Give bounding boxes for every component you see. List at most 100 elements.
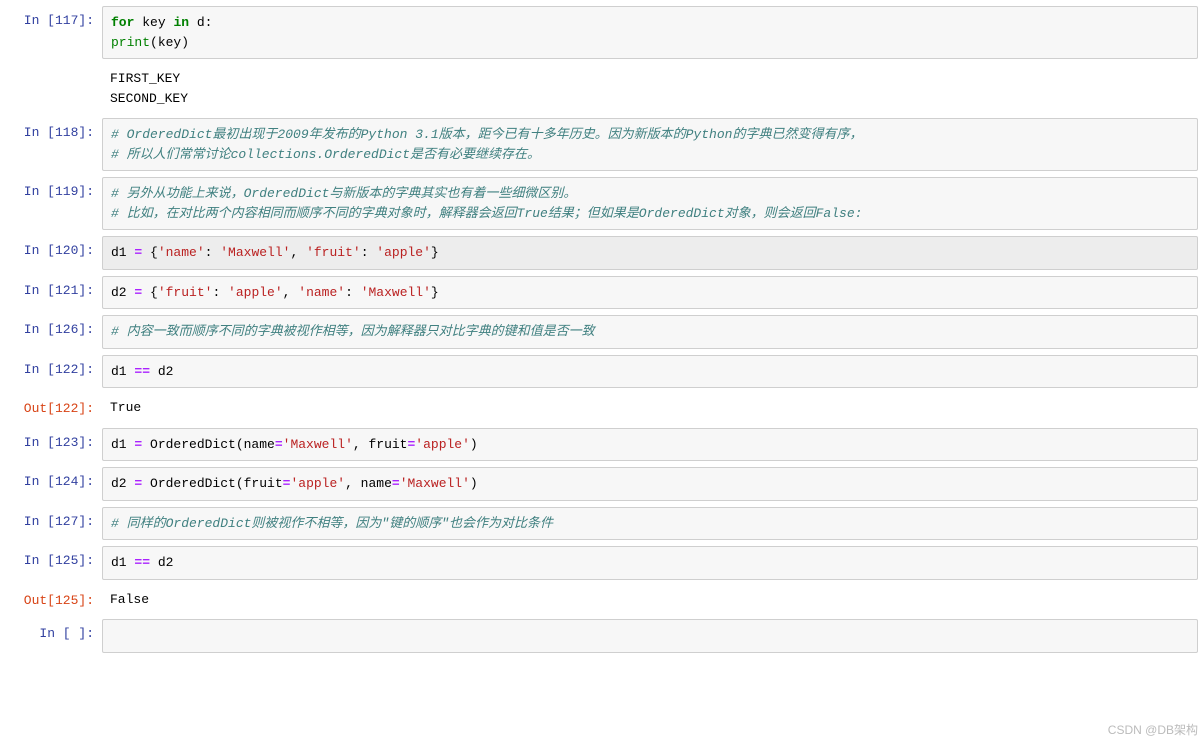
input-prompt: In [125]: [6, 546, 102, 580]
code-token: d1 [111, 437, 134, 452]
input-prompt: In [120]: [6, 236, 102, 270]
input-cell: In [118]: # OrderedDict最初出现于2009年发布的Pytho… [6, 118, 1198, 171]
input-prompt: In [117]: [6, 6, 102, 59]
input-prompt: In [127]: [6, 507, 102, 541]
input-cell: In [122]:d1 == d2 [6, 355, 1198, 389]
input-prompt: In [118]: [6, 118, 102, 171]
output-prompt: Out[125]: [6, 586, 102, 614]
code-token: d: [197, 15, 213, 30]
code-token: } [431, 245, 439, 260]
input-cell: In [119]: # 另外从功能上来说，OrderedDict与新版本的字典其实… [6, 177, 1198, 230]
code-input[interactable]: d1 = {'name': 'Maxwell', 'fruit': 'apple… [102, 236, 1198, 270]
code-token: # 另外从功能上来说，OrderedDict与新版本的字典其实也有着一些细微区别… [111, 186, 576, 201]
input-cell: In [117]:for key in d: print(key) [6, 6, 1198, 59]
input-cell: In [121]:d2 = {'fruit': 'apple', 'name':… [6, 276, 1198, 310]
code-token: : [212, 285, 228, 300]
code-token: in [173, 15, 189, 30]
code-input[interactable]: # OrderedDict最初出现于2009年发布的Python 3.1版本，距… [102, 118, 1198, 171]
code-input[interactable]: d1 == d2 [102, 355, 1198, 389]
code-token: 'apple' [376, 245, 431, 260]
code-input[interactable]: d2 = OrderedDict(fruit='apple', name='Ma… [102, 467, 1198, 501]
code-token: print [111, 35, 150, 50]
code-token: 'Maxwell' [283, 437, 353, 452]
code-token: OrderedDict(fruit [142, 476, 282, 491]
code-token: OrderedDict(name [142, 437, 275, 452]
input-cell: In [124]:d2 = OrderedDict(fruit='apple',… [6, 467, 1198, 501]
code-input[interactable]: # 内容一致而顺序不同的字典被视作相等，因为解释器只对比字典的键和值是否一致 [102, 315, 1198, 349]
code-input[interactable]: # 同样的OrderedDict则被视作不相等，因为"键的顺序"也会作为对比条件 [102, 507, 1198, 541]
input-cell: In [126]: # 内容一致而顺序不同的字典被视作相等，因为解释器只对比字典的… [6, 315, 1198, 349]
code-token: == [134, 364, 150, 379]
code-token: = [275, 437, 283, 452]
code-token: 'Maxwell' [400, 476, 470, 491]
code-token: ) [470, 476, 478, 491]
code-token: 'name' [298, 285, 345, 300]
code-input[interactable]: for key in d: print(key) [102, 6, 1198, 59]
input-cell: In [125]:d1 == d2 [6, 546, 1198, 580]
code-token: d2 [111, 285, 134, 300]
code-token: 'fruit' [306, 245, 361, 260]
input-prompt: In [123]: [6, 428, 102, 462]
code-token: d2 [150, 555, 173, 570]
code-token: 'fruit' [158, 285, 213, 300]
code-input[interactable]: d1 = OrderedDict(name='Maxwell', fruit='… [102, 428, 1198, 462]
code-token: 'name' [158, 245, 205, 260]
code-token: = [392, 476, 400, 491]
code-token: ) [470, 437, 478, 452]
output-prompt: Out[122]: [6, 394, 102, 422]
result-text: True [102, 394, 1198, 422]
output-prompt [6, 65, 102, 112]
code-token: d2 [150, 364, 173, 379]
input-cell: In [ ]: [6, 619, 1198, 653]
input-cell: In [127]: # 同样的OrderedDict则被视作不相等，因为"键的顺序… [6, 507, 1198, 541]
input-cell: In [123]:d1 = OrderedDict(name='Maxwell'… [6, 428, 1198, 462]
code-token: 'apple' [228, 285, 283, 300]
result-cell: Out[122]:True [6, 394, 1198, 422]
code-token: == [134, 555, 150, 570]
result-text: False [102, 586, 1198, 614]
notebook-container: In [117]:for key in d: print(key)FIRST_K… [6, 6, 1198, 653]
code-token: , fruit [353, 437, 408, 452]
code-input[interactable]: # 另外从功能上来说，OrderedDict与新版本的字典其实也有着一些细微区别… [102, 177, 1198, 230]
code-token: 'apple' [415, 437, 470, 452]
code-token: 'Maxwell' [361, 285, 431, 300]
code-token: : [345, 285, 361, 300]
code-token: , [290, 245, 306, 260]
code-token: # 同样的OrderedDict则被视作不相等，因为"键的顺序"也会作为对比条件 [111, 516, 553, 531]
code-token: # 比如，在对比两个内容相同而顺序不同的字典对象时，解释器会返回True结果；但… [111, 206, 862, 221]
code-token: d1 [111, 245, 134, 260]
code-token: , name [345, 476, 392, 491]
code-token [189, 15, 197, 30]
code-token: # OrderedDict最初出现于2009年发布的Python 3.1版本，距… [111, 127, 862, 142]
code-token: # 内容一致而顺序不同的字典被视作相等，因为解释器只对比字典的键和值是否一致 [111, 324, 595, 339]
code-token: { [142, 245, 158, 260]
input-prompt: In [126]: [6, 315, 102, 349]
code-token: (key) [150, 35, 189, 50]
code-token: d1 [111, 555, 134, 570]
code-token: d2 [111, 476, 134, 491]
code-input[interactable]: d2 = {'fruit': 'apple', 'name': 'Maxwell… [102, 276, 1198, 310]
code-input[interactable]: d1 == d2 [102, 546, 1198, 580]
code-input[interactable] [102, 619, 1198, 653]
code-token: 'apple' [290, 476, 345, 491]
input-prompt: In [121]: [6, 276, 102, 310]
code-token: } [431, 285, 439, 300]
input-prompt: In [122]: [6, 355, 102, 389]
output-cell: FIRST_KEY SECOND_KEY [6, 65, 1198, 112]
stdout-text: FIRST_KEY SECOND_KEY [102, 65, 1198, 112]
watermark-text: CSDN @DB架构 [1108, 721, 1198, 738]
input-prompt: In [ ]: [6, 619, 102, 653]
code-token: # 所以人们常常讨论collections.OrderedDict是否有必要继续… [111, 147, 540, 162]
code-token: d1 [111, 364, 134, 379]
code-token: : [205, 245, 221, 260]
code-token: key [142, 15, 165, 30]
code-token: for [111, 15, 134, 30]
code-token: , [283, 285, 299, 300]
input-cell: In [120]:d1 = {'name': 'Maxwell', 'fruit… [6, 236, 1198, 270]
code-token: 'Maxwell' [220, 245, 290, 260]
code-token: { [142, 285, 158, 300]
result-cell: Out[125]:False [6, 586, 1198, 614]
input-prompt: In [119]: [6, 177, 102, 230]
input-prompt: In [124]: [6, 467, 102, 501]
code-token: : [361, 245, 377, 260]
